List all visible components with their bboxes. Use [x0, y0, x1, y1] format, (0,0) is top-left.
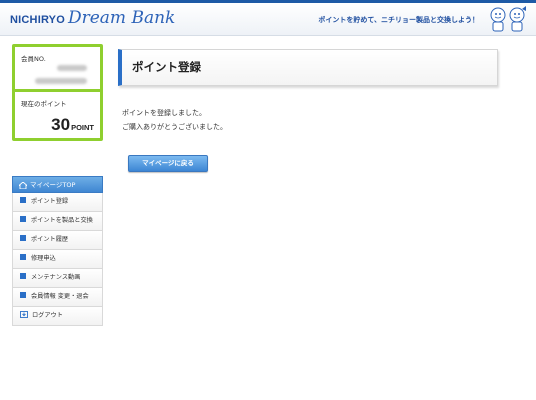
member-name-redacted [35, 78, 87, 84]
points-value: 30 [51, 115, 71, 134]
bullet-icon [20, 254, 26, 260]
logout-icon [20, 310, 28, 318]
logo-script: Dream Bank [67, 8, 176, 28]
points-display: 30POINT [51, 115, 94, 135]
nav-item-label: メンテナンス動画 [31, 274, 81, 281]
bullet-icon [20, 235, 26, 241]
site-logo[interactable]: NICHIRYO Dream Bank [10, 8, 175, 28]
message-line-1: ポイントを登録しました。 [122, 109, 206, 117]
bullet-icon [20, 216, 26, 222]
member-number-redacted [57, 65, 87, 71]
confirmation-message: ポイントを登録しました。 ご購入ありがとうございました。 [118, 106, 500, 134]
nav-item-label: ポイント登録 [31, 198, 69, 205]
nav-point-exchange[interactable]: ポイントを製品と交換 [12, 212, 103, 231]
nav-point-register[interactable]: ポイント登録 [12, 193, 103, 212]
home-icon [17, 180, 29, 189]
nav-mypage-top-label: マイページTOP [30, 181, 76, 189]
nav-repair-request[interactable]: 修理申込 [12, 250, 103, 269]
header-slogan: ポイントを貯めて、ニチリョー製品と交換しよう！ [318, 16, 479, 24]
site-header: NICHIRYO Dream Bank ポイントを貯めて、ニチリョー製品と交換しよ… [0, 3, 536, 36]
member-number-label: 会員NO. [21, 55, 46, 63]
main-content: ポイント登録 ポイントを登録しました。 ご購入ありがとうございました。 マイペー… [118, 49, 500, 172]
nav-member-settings[interactable]: 会員情報 変更・退会 [12, 288, 103, 307]
points-label: 現在のポイント [21, 100, 67, 108]
nav-maintenance-video[interactable]: メンテナンス動画 [12, 269, 103, 288]
nav-item-label: ポイント履歴 [31, 236, 69, 243]
nav-item-label: ログアウト [32, 312, 63, 319]
bullet-icon [20, 292, 26, 298]
nav-item-label: 修理申込 [31, 255, 56, 262]
nav-point-history[interactable]: ポイント履歴 [12, 231, 103, 250]
page-title: ポイント登録 [118, 49, 498, 86]
bullet-icon [20, 197, 26, 203]
member-panel: 会員NO. 現在のポイント 30POINT [12, 44, 103, 141]
nav-mypage-top[interactable]: マイページTOP [12, 176, 103, 193]
message-line-2: ご購入ありがとうございました。 [122, 123, 227, 131]
nav-item-label: 会員情報 変更・退会 [31, 293, 89, 300]
points-unit: POINT [71, 123, 94, 132]
points-section: 現在のポイント 30POINT [15, 92, 100, 138]
mascot-icon [486, 5, 530, 33]
member-info-box: 会員NO. 現在のポイント 30POINT [12, 44, 103, 141]
logo-brand: NICHIRYO [10, 14, 65, 26]
nav-logout[interactable]: ログアウト [12, 307, 103, 326]
nav-item-label: ポイントを製品と交換 [31, 217, 93, 224]
bullet-icon [20, 273, 26, 279]
sidebar-nav: マイページTOP ポイント登録 ポイントを製品と交換 ポイント履歴 修理申込 メ… [12, 176, 103, 326]
member-number-section: 会員NO. [15, 47, 100, 89]
back-to-mypage-button[interactable]: マイページに戻る [128, 155, 208, 172]
